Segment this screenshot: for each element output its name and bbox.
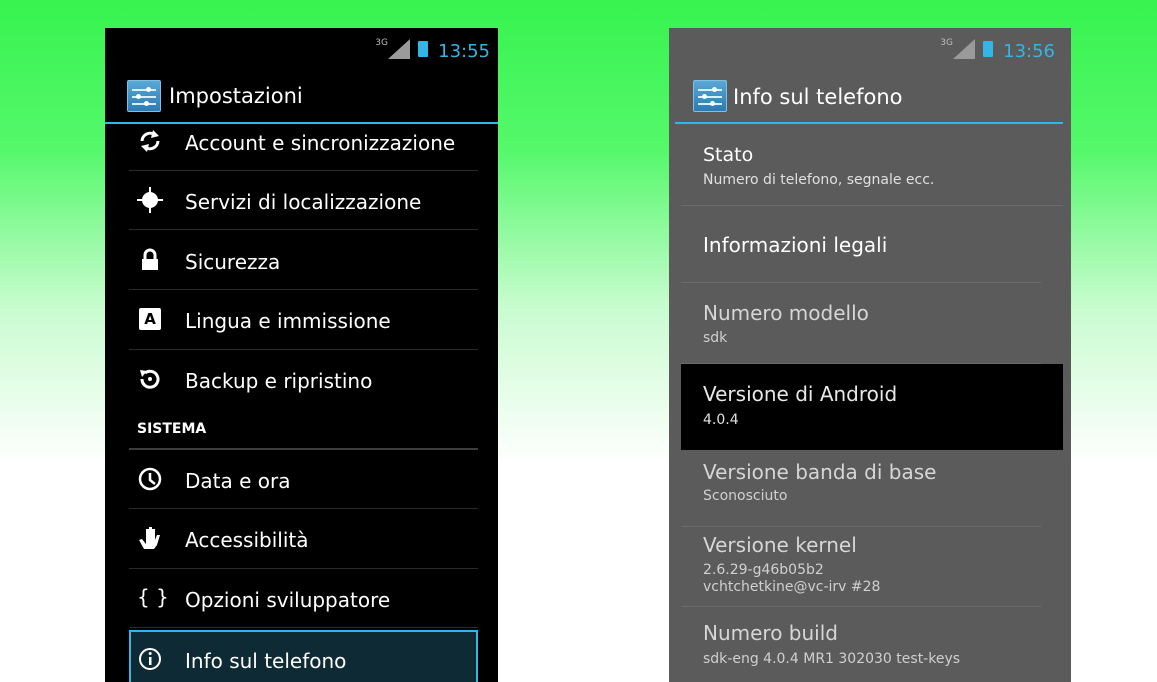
settings-item-label: Data e ora: [185, 469, 291, 493]
status-bar: 3G 13:55: [105, 28, 498, 70]
about-item-title: Versione banda di base: [703, 460, 937, 484]
page-title: Impostazioni: [169, 84, 303, 108]
info-icon: [139, 648, 161, 670]
settings-item-language[interactable]: A Lingua e immissione: [129, 290, 478, 350]
settings-item-developer-options[interactable]: { } Opzioni sviluppatore: [129, 569, 478, 628]
restore-icon: [140, 369, 160, 389]
settings-item-backup[interactable]: Backup e ripristino: [129, 350, 478, 408]
braces-icon: { }: [137, 585, 169, 609]
clock-icon: [138, 467, 162, 491]
settings-item-label: Account e sincronizzazione: [185, 131, 456, 155]
about-item-subtitle: sdk: [703, 330, 728, 346]
battery-charging-icon: [983, 41, 993, 57]
page-title: Info sul telefono: [733, 85, 903, 109]
settings-item-label: Sicurezza: [185, 250, 281, 274]
about-item-title: Informazioni legali: [703, 233, 888, 257]
settings-item-label: Backup e ripristino: [185, 369, 373, 393]
hand-icon: [139, 527, 160, 549]
about-item-baseband-version: Versione banda di base Sconosciuto: [681, 450, 1041, 527]
about-item-title: Versione di Android: [703, 382, 898, 406]
settings-item-label: Info sul telefono: [185, 649, 347, 673]
about-phone-screen: 3G 13:56 Info sul telefono Stato Numero …: [669, 28, 1071, 682]
battery-charging-icon: [418, 41, 428, 57]
settings-item-security[interactable]: Sicurezza: [129, 230, 478, 290]
settings-screen: 3G 13:55 Impostazioni Account e sincroni…: [105, 28, 498, 682]
about-item-model-number: Numero modello sdk: [681, 283, 1041, 364]
signal-icon: [953, 39, 975, 59]
svg-text:A: A: [144, 310, 156, 328]
about-item-subtitle: 2.6.29-g46b05b2: [703, 562, 824, 578]
settings-item-about-phone[interactable]: Info sul telefono: [129, 630, 478, 682]
about-item-subtitle: Numero di telefono, segnale ecc.: [703, 172, 935, 188]
settings-item-accessibility[interactable]: Accessibilità: [129, 509, 478, 569]
lock-icon: [142, 248, 158, 270]
about-phone-list: Stato Numero di telefono, segnale ecc. I…: [681, 124, 1063, 677]
about-item-build-number: Numero build sdk-eng 4.0.4 MR1 302030 te…: [681, 607, 1041, 677]
settings-item-label: Servizi di localizzazione: [185, 190, 422, 214]
settings-item-label: Opzioni sviluppatore: [185, 588, 391, 612]
action-bar: Info sul telefono: [675, 70, 1063, 124]
settings-item-date-time[interactable]: Data e ora: [129, 450, 478, 509]
section-title: SISTEMA: [137, 421, 207, 437]
status-time: 13:55: [438, 41, 490, 62]
about-item-subtitle: sdk-eng 4.0.4 MR1 302030 test-keys: [703, 651, 961, 667]
settings-item-label: Lingua e immissione: [185, 309, 391, 333]
signal-icon: [388, 39, 410, 59]
settings-app-icon[interactable]: [693, 80, 727, 112]
keyboard-letter-icon: A: [139, 308, 161, 330]
location-icon: [137, 187, 163, 213]
about-item-title: Stato: [703, 144, 754, 166]
about-item-subtitle: 4.0.4: [703, 412, 739, 428]
about-item-kernel-version: Versione kernel 2.6.29-g46b05b2 vchtchet…: [681, 527, 1041, 607]
settings-item-account[interactable]: Account e sincronizzazione: [129, 118, 478, 171]
sync-icon: [140, 130, 160, 152]
settings-list: Account e sincronizzazione Servizi di lo…: [129, 118, 478, 682]
settings-item-location[interactable]: Servizi di localizzazione: [129, 171, 478, 230]
settings-item-label: Accessibilità: [185, 528, 309, 552]
about-item-title: Numero modello: [703, 301, 869, 325]
about-item-subtitle-2: vchtchetkine@vc-irv #28: [703, 579, 881, 595]
settings-app-icon[interactable]: [127, 80, 161, 112]
status-bar: 3G 13:56: [669, 28, 1071, 70]
about-item-title: Numero build: [703, 621, 838, 645]
about-item-subtitle: Sconosciuto: [703, 488, 788, 504]
section-header-system: SISTEMA: [129, 408, 478, 450]
about-item-android-version[interactable]: Versione di Android 4.0.4: [681, 364, 1063, 450]
network-type: 3G: [940, 38, 953, 48]
about-item-title: Versione kernel: [703, 533, 857, 557]
status-time: 13:56: [1003, 41, 1055, 62]
network-type: 3G: [375, 38, 388, 48]
about-item-status[interactable]: Stato Numero di telefono, segnale ecc.: [681, 124, 1063, 206]
action-bar: Impostazioni: [105, 70, 498, 124]
about-item-legal-info[interactable]: Informazioni legali: [681, 206, 1041, 283]
